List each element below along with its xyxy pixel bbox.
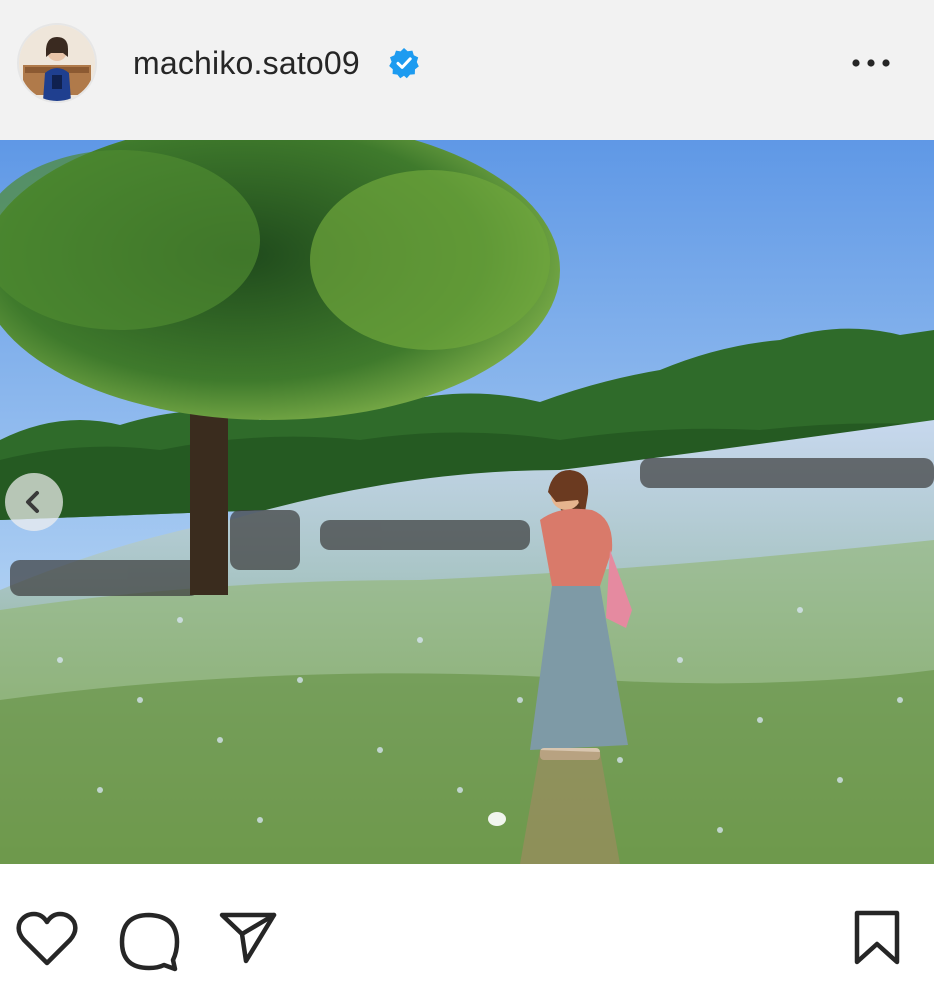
send-icon[interactable]	[219, 911, 277, 965]
heart-icon[interactable]	[16, 911, 78, 967]
verified-badge-icon	[389, 48, 419, 79]
chevron-left-icon	[26, 491, 39, 513]
comment-icon[interactable]	[118, 910, 180, 972]
more-horizontal-icon[interactable]	[850, 52, 894, 74]
avatar-image	[19, 25, 95, 101]
action-bar	[0, 864, 934, 1002]
username[interactable]: machiko.sato09	[133, 44, 360, 82]
photo-image	[0, 140, 934, 864]
post-header: machiko.sato09	[0, 0, 934, 140]
carousel-prev-button[interactable]	[5, 473, 63, 531]
post-photo[interactable]	[0, 140, 934, 864]
bookmark-icon[interactable]	[853, 910, 901, 966]
avatar[interactable]	[17, 23, 97, 103]
carousel-dot	[488, 812, 506, 826]
